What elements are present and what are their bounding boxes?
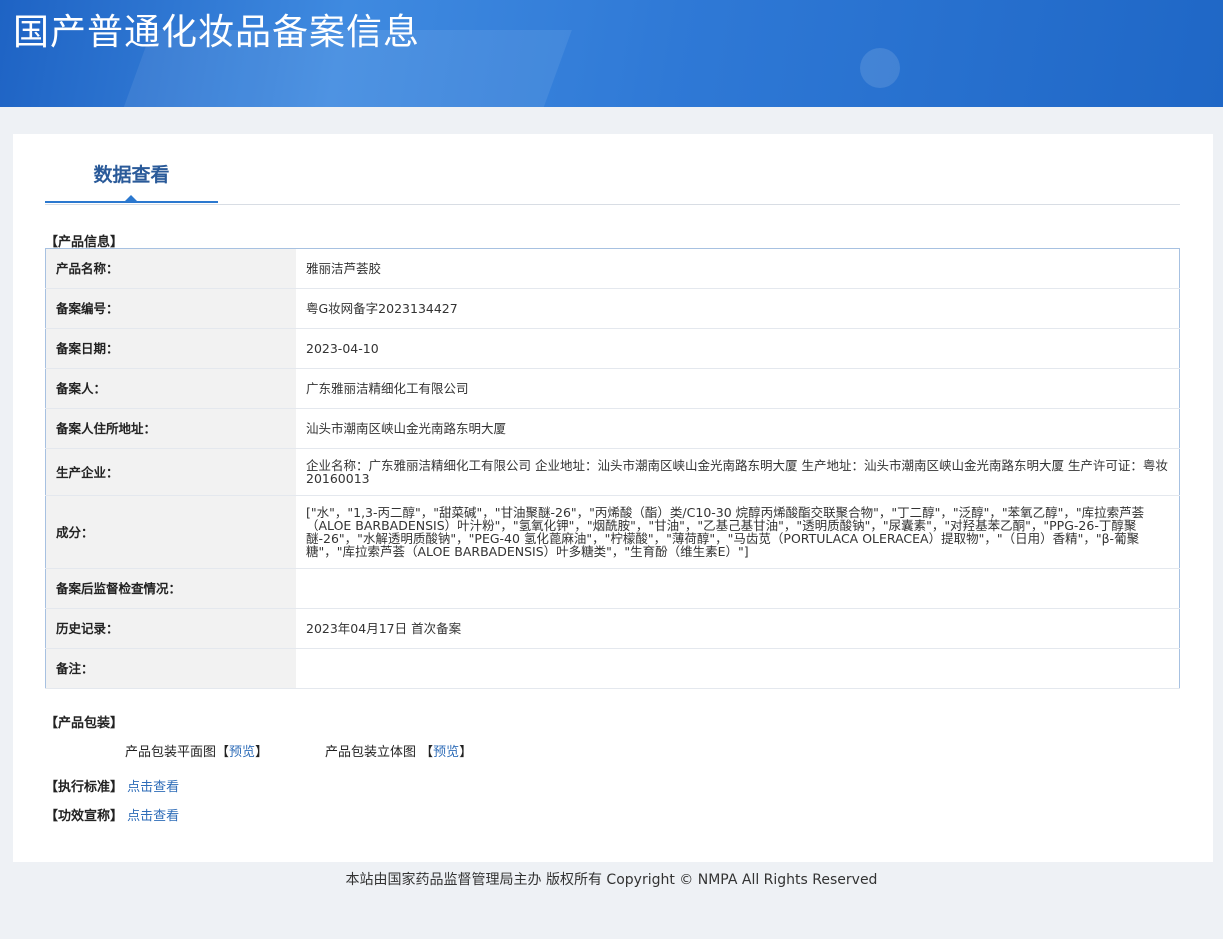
- table-row: 产品名称： 雅丽洁芦荟胶: [45, 248, 1180, 289]
- row-value: [296, 568, 1180, 609]
- tab-data-view[interactable]: 数据查看: [45, 160, 218, 187]
- header-banner: 国产普通化妆品备案信息: [0, 0, 1223, 107]
- efficacy-label: 【功效宣称】: [45, 809, 124, 824]
- package-flat-preview-link[interactable]: 预览: [229, 745, 255, 760]
- row-value: 雅丽洁芦荟胶: [296, 248, 1180, 289]
- row-key: 备案日期：: [45, 328, 296, 369]
- package-stereo-label: 产品包装立体图: [325, 745, 417, 760]
- footer-copyright: 本站由国家药品监督管理局主办 版权所有 Copyright © NMPA All…: [345, 872, 878, 888]
- row-key: 备案人：: [45, 368, 296, 409]
- table-row: 备注：: [45, 648, 1180, 689]
- efficacy-row: 【功效宣称】 点击查看: [45, 805, 179, 824]
- package-stereo-item: 产品包装立体图 【预览】: [325, 741, 472, 760]
- table-row: 备案人住所地址： 汕头市潮南区峡山金光南路东明大厦: [45, 408, 1180, 449]
- standard-row: 【执行标准】 点击查看: [45, 776, 179, 795]
- row-key: 生产企业：: [45, 448, 296, 496]
- page-title: 国产普通化妆品备案信息: [13, 12, 421, 53]
- row-key: 历史记录：: [45, 608, 296, 649]
- bracket-open: 【: [216, 745, 230, 760]
- table-row: 生产企业： 企业名称：广东雅丽洁精细化工有限公司 企业地址：汕头市潮南区峡山金光…: [45, 448, 1180, 496]
- row-value: 粤G妆网备字2023134427: [296, 288, 1180, 329]
- table-row: 备案日期： 2023-04-10: [45, 328, 1180, 369]
- row-key: 备案后监督检查情况：: [45, 568, 296, 609]
- banner-decoration-dot: [860, 48, 900, 88]
- standard-view-link[interactable]: 点击查看: [127, 780, 179, 795]
- standard-label: 【执行标准】: [45, 780, 124, 795]
- bracket-close: 】: [255, 745, 269, 760]
- row-value: ["水"，"1,3-丙二醇"，"甜菜碱"，"甘油聚醚-26"，"丙烯酸（酯）类/…: [296, 495, 1180, 569]
- row-key: 备案编号：: [45, 288, 296, 329]
- table-row: 备案人： 广东雅丽洁精细化工有限公司: [45, 368, 1180, 409]
- row-key: 备案人住所地址：: [45, 408, 296, 449]
- row-value: 2023年04月17日 首次备案: [296, 608, 1180, 649]
- main-card: 数据查看 【产品信息】 产品名称： 雅丽洁芦荟胶 备案编号： 粤G妆网备字202…: [13, 134, 1213, 862]
- table-row: 历史记录： 2023年04月17日 首次备案: [45, 608, 1180, 649]
- row-value: 2023-04-10: [296, 328, 1180, 369]
- row-key: 产品名称：: [45, 248, 296, 289]
- tab-bar: 数据查看: [45, 134, 1180, 205]
- table-row: 成分： ["水"，"1,3-丙二醇"，"甜菜碱"，"甘油聚醚-26"，"丙烯酸（…: [45, 495, 1180, 569]
- table-row: 备案编号： 粤G妆网备字2023134427: [45, 288, 1180, 329]
- package-flat-item: 产品包装平面图【预览】: [125, 741, 268, 760]
- tab-active-underline: [45, 201, 218, 203]
- bracket-close: 】: [459, 745, 473, 760]
- row-value: [296, 648, 1180, 689]
- package-stereo-preview-link[interactable]: 预览: [433, 745, 459, 760]
- row-key: 成分：: [45, 495, 296, 569]
- bracket-open: 【: [420, 745, 434, 760]
- efficacy-view-link[interactable]: 点击查看: [127, 809, 179, 824]
- row-value: 汕头市潮南区峡山金光南路东明大厦: [296, 408, 1180, 449]
- row-value: 企业名称：广东雅丽洁精细化工有限公司 企业地址：汕头市潮南区峡山金光南路东明大厦…: [296, 448, 1180, 496]
- section-title-packaging: 【产品包装】: [45, 716, 124, 731]
- package-flat-label: 产品包装平面图: [125, 745, 217, 760]
- product-info-table: 产品名称： 雅丽洁芦荟胶 备案编号： 粤G妆网备字2023134427 备案日期…: [45, 248, 1180, 689]
- row-key: 备注：: [45, 648, 296, 689]
- row-value: 广东雅丽洁精细化工有限公司: [296, 368, 1180, 409]
- tab-caret-icon: [125, 195, 137, 201]
- table-row: 备案后监督检查情况：: [45, 568, 1180, 609]
